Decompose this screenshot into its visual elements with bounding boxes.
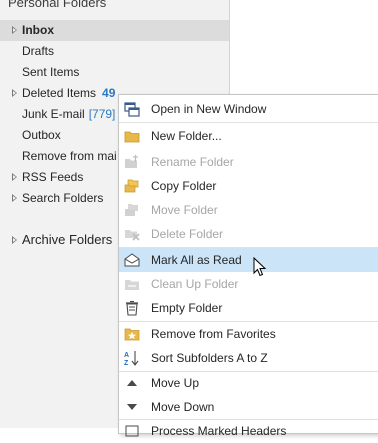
- folder-label: Sent Items: [22, 65, 80, 79]
- expand-caret-icon[interactable]: [12, 236, 17, 244]
- expand-caret-icon[interactable]: [12, 89, 17, 97]
- menu-item-label: Delete Folder: [151, 227, 224, 241]
- menu-clean-up-folder[interactable]: Clean Up Folder: [119, 272, 378, 296]
- arrow-down-icon: [127, 404, 137, 410]
- favorites-icon: [124, 328, 140, 341]
- rename-folder-icon: [125, 155, 138, 168]
- mouse-cursor-icon: [253, 257, 267, 277]
- svg-text:A: A: [124, 352, 129, 359]
- folder-inbox[interactable]: Inbox: [0, 20, 229, 41]
- menu-item-label: Sort Subfolders A to Z: [151, 351, 268, 365]
- menu-mark-all-as-read[interactable]: Mark All as Read: [119, 248, 378, 272]
- svg-text:Z: Z: [124, 360, 129, 366]
- menu-sort-subfolders[interactable]: A Z Sort Subfolders A to Z: [119, 346, 378, 370]
- move-folder-icon: [125, 204, 138, 216]
- folder-context-menu: Open in New Window New Folder... Rename …: [118, 94, 378, 438]
- folder-name: Deleted Items: [22, 86, 97, 100]
- sort-az-icon: A Z: [124, 351, 139, 366]
- menu-delete-folder[interactable]: Delete Folder: [119, 222, 378, 246]
- menu-empty-folder[interactable]: Empty Folder: [119, 296, 378, 320]
- message-list-top: [231, 0, 378, 97]
- process-headers-icon: [125, 425, 139, 437]
- delete-folder-icon: [125, 230, 140, 241]
- folder-drafts[interactable]: Drafts: [0, 41, 229, 62]
- section-header-label: Personal Folders: [8, 0, 107, 10]
- menu-item-label: Empty Folder: [151, 301, 223, 315]
- menu-new-folder[interactable]: New Folder...: [119, 124, 378, 148]
- arrow-up-icon: [127, 380, 137, 386]
- empty-folder-icon: [126, 300, 138, 316]
- menu-item-label: Move Up: [151, 376, 200, 390]
- folder-label: Junk E-mail [779]: [22, 104, 115, 125]
- menu-rename-folder[interactable]: Rename Folder: [119, 150, 378, 174]
- item-count: [779]: [88, 107, 116, 121]
- menu-item-label: Process Marked Headers: [151, 424, 287, 438]
- menu-move-folder[interactable]: Move Folder: [119, 198, 378, 222]
- menu-item-label: Rename Folder: [151, 155, 234, 169]
- menu-item-label: Mark All as Read: [151, 253, 242, 267]
- menu-item-label: Remove from Favorites: [151, 327, 276, 341]
- folder-label: Remove from mai: [22, 149, 117, 163]
- folder-label: Archive Folders: [22, 232, 113, 247]
- folder-name: Junk E-mail: [22, 107, 85, 121]
- open-window-icon: [124, 102, 140, 117]
- menu-separator: [119, 122, 378, 123]
- menu-item-label: Move Down: [151, 400, 215, 414]
- folder-label: Search Folders: [22, 191, 104, 205]
- clean-up-icon: [125, 280, 139, 290]
- expand-caret-icon[interactable]: [12, 173, 17, 181]
- menu-item-label: Open in New Window: [151, 102, 267, 116]
- menu-open-in-new-window[interactable]: Open in New Window: [119, 97, 378, 121]
- mark-read-icon: [124, 253, 140, 267]
- folder-label: Outbox: [22, 128, 61, 142]
- menu-process-marked-headers[interactable]: Process Marked Headers: [119, 419, 378, 443]
- menu-move-up[interactable]: Move Up: [119, 371, 378, 395]
- menu-move-down[interactable]: Move Down: [119, 395, 378, 419]
- folder-label: Drafts: [22, 44, 55, 58]
- folder-label: RSS Feeds: [22, 170, 84, 184]
- menu-item-label: Copy Folder: [151, 179, 217, 193]
- folder-label: Inbox: [22, 23, 54, 37]
- copy-folder-icon: [124, 179, 139, 193]
- folder-label: Deleted Items 49: [22, 83, 115, 104]
- menu-copy-folder[interactable]: Copy Folder: [119, 174, 378, 198]
- expand-caret-icon[interactable]: [12, 194, 17, 202]
- new-folder-icon: [124, 131, 140, 143]
- menu-remove-from-favorites[interactable]: Remove from Favorites: [119, 322, 378, 346]
- menu-item-label: Clean Up Folder: [151, 277, 239, 291]
- unread-count: 49: [102, 86, 116, 100]
- menu-item-label: New Folder...: [151, 129, 222, 143]
- menu-item-label: Move Folder: [151, 203, 218, 217]
- expand-caret-icon[interactable]: [12, 26, 17, 34]
- folder-sent-items[interactable]: Sent Items: [0, 62, 229, 83]
